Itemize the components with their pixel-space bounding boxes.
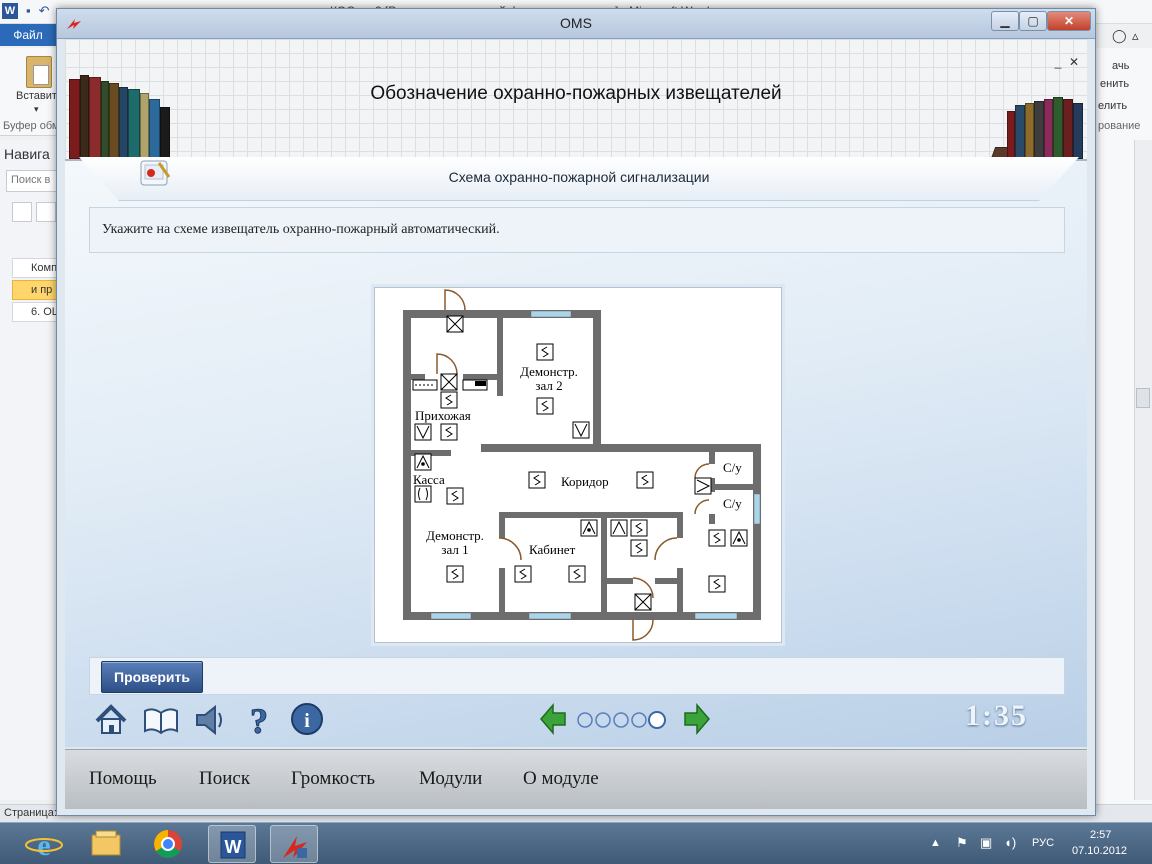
paste-icon[interactable] (26, 56, 52, 88)
file-tab[interactable]: Файл (0, 24, 56, 46)
detectors[interactable] (412, 315, 748, 611)
svg-text:e: e (37, 829, 50, 862)
menu-about-module[interactable]: О модуле (523, 768, 599, 790)
menu-search[interactable]: Поиск (199, 768, 250, 790)
bottom-toolbar: ? i 1:35 (65, 699, 1087, 749)
book-icon[interactable] (141, 699, 181, 739)
room-label-su1: С/у (723, 460, 742, 475)
paste-dropdown-icon[interactable]: ▾ (34, 104, 39, 115)
room-label-prikhozhaya: Прихожая (415, 408, 471, 423)
room-label-demo1-line1: Демонстр. (426, 528, 484, 543)
chrome-icon (154, 830, 182, 858)
check-button[interactable]: Проверить (101, 661, 203, 693)
navigation-pane (0, 140, 58, 800)
volume-icon[interactable] (189, 699, 229, 739)
scrollbar-thumb[interactable] (1136, 388, 1150, 408)
taskbar-chrome-button[interactable] (144, 825, 192, 863)
room-label-demo2-line2: зал 2 (535, 378, 562, 393)
nav-item-2[interactable]: и пр (12, 280, 58, 300)
internet-explorer-icon: e (25, 829, 63, 862)
room-label-demo2-line1: Демонстр. (520, 364, 578, 379)
section-header: Схема охранно-пожарной сигнализации (79, 157, 1079, 201)
room-label-su2: С/у (723, 496, 742, 511)
svg-text:i: i (304, 710, 310, 732)
nav-pane-title: Навига (4, 146, 50, 162)
tray-show-hidden-icon[interactable]: ▲ (930, 837, 941, 849)
room-label-kassa: Касса (413, 472, 445, 487)
tray-volume-icon[interactable]: ◖) (1004, 835, 1016, 850)
floor-plan: Прихожая Демонстр. зал 2 Касса Коридор С… (403, 289, 761, 641)
maximize-button[interactable]: ▢ (1019, 11, 1047, 31)
room-label-kabinet: Кабинет (529, 542, 576, 557)
tray-language[interactable]: РУС (1032, 837, 1054, 849)
check-panel (89, 657, 1065, 695)
tray-flag-icon[interactable]: ⚑ (956, 835, 968, 851)
next-arrow-icon[interactable] (681, 699, 711, 739)
bottom-menu-bar: Помощь Поиск Громкость Модули О модуле (65, 749, 1087, 809)
room-label-koridor: Коридор (561, 474, 609, 489)
word-logo-icon[interactable]: W (2, 3, 18, 19)
taskbar-word-button[interactable]: W (208, 825, 256, 863)
minimize-button[interactable]: ▁ (991, 11, 1019, 31)
oms-app-icon (283, 836, 307, 858)
room-label-demo1-line2: зал 1 (441, 542, 468, 557)
taskbar-explorer-button[interactable] (82, 825, 130, 863)
tray-network-icon[interactable]: ▣ (980, 835, 992, 851)
info-icon[interactable]: i (287, 699, 327, 739)
nav-search-input[interactable]: Поиск в (6, 170, 58, 192)
pages-view-icon[interactable] (36, 202, 56, 222)
headings-view-icon[interactable] (12, 202, 32, 222)
word-icon: W (220, 831, 246, 859)
svg-text:?: ? (250, 701, 268, 739)
prev-arrow-icon[interactable] (539, 699, 569, 739)
taskbar: e W ▲ ⚑ ▣ ◖) РУС 2:57 07.10.2012 (0, 822, 1152, 864)
menu-volume[interactable]: Громкость (291, 768, 375, 790)
home-icon[interactable] (91, 699, 131, 739)
instruction-text: Укажите на схеме извещатель охранно-пожа… (102, 222, 500, 237)
section-title: Схема охранно-пожарной сигнализации (448, 169, 710, 185)
page-dots[interactable] (575, 709, 675, 731)
nav-item-3[interactable]: 6. ОЦ (12, 302, 58, 322)
instruction-panel: Укажите на схеме извещатель охранно-пожа… (89, 207, 1065, 253)
tray-time[interactable]: 2:57 (1090, 829, 1111, 841)
menu-help[interactable]: Помощь (89, 768, 157, 790)
nav-item-1[interactable]: Комп (12, 258, 58, 278)
help-icon[interactable]: ◯ (1112, 28, 1127, 44)
svg-text:W: W (225, 837, 242, 857)
module-header: Обозначение охранно-пожарных извещателей… (65, 39, 1087, 161)
close-button[interactable]: ✕ (1047, 11, 1091, 31)
taskbar-ie-button[interactable]: e (20, 825, 68, 863)
menu-modules[interactable]: Модули (419, 768, 482, 790)
doors (436, 289, 710, 641)
timer: 1:35 (965, 699, 1028, 732)
ribbon-collapse-icon[interactable]: ▵ (1132, 28, 1139, 44)
right-item-4: рование (1098, 120, 1141, 132)
tray-date[interactable]: 07.10.2012 (1072, 845, 1127, 857)
right-item-1[interactable]: ачь (1112, 60, 1129, 72)
module-title: Обозначение охранно-пожарных извещателей (370, 83, 782, 104)
books-right-image (987, 37, 1087, 159)
oms-titlebar: OMS ▁ ▢ ✕ (57, 9, 1095, 39)
taskbar-oms-button[interactable] (270, 825, 318, 863)
floor-plan-frame: Прихожая Демонстр. зал 2 Касса Коридор С… (374, 287, 782, 643)
folder-icon (91, 830, 121, 856)
oms-window: OMS ▁ ▢ ✕ Обозначение охранно-пожарных и… (56, 8, 1096, 816)
right-item-3[interactable]: елить (1098, 100, 1127, 112)
oms-window-title: OMS (560, 15, 592, 31)
vertical-scrollbar[interactable] (1134, 140, 1152, 800)
right-item-2[interactable]: енить (1100, 78, 1129, 90)
help-question-icon[interactable]: ? (239, 699, 279, 740)
